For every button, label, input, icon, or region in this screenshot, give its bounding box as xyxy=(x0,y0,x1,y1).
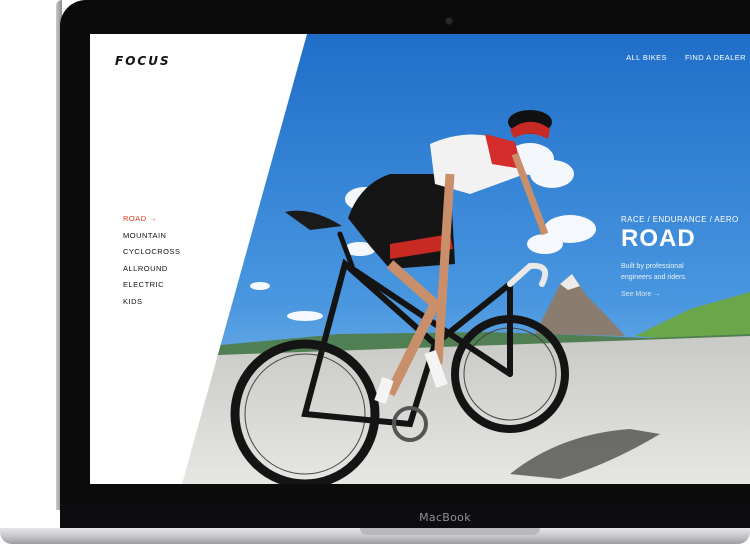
hero-copy: RACE / ENDURANCE / AERO ROAD Built by pr… xyxy=(621,215,739,301)
hero-desc-line2: engineers and riders. xyxy=(621,274,687,281)
nav-item-electric[interactable]: ELECTRIC xyxy=(123,277,181,294)
see-more-link[interactable]: See More → xyxy=(621,291,660,298)
nav-item-kids[interactable]: KIDS xyxy=(123,294,181,311)
nav-item-mountain[interactable]: MOUNTAIN xyxy=(123,228,181,245)
category-nav: ROAD → MOUNTAIN CYCLOCROSS ALLROUND ELEC… xyxy=(123,211,181,311)
nav-item-road[interactable]: ROAD → xyxy=(123,211,181,228)
laptop-screen: FOCUS ALL BIKES FIND A DEALER ROAD → MOU… xyxy=(90,34,750,484)
nav-all-bikes[interactable]: ALL BIKES xyxy=(626,53,667,62)
laptop-notch xyxy=(360,528,540,535)
hero-desc-line1: Built by professional xyxy=(621,263,684,270)
nav-item-cyclocross[interactable]: CYCLOCROSS xyxy=(123,244,181,261)
camera-icon xyxy=(446,18,452,24)
nav-find-a-dealer[interactable]: FIND A DEALER xyxy=(685,53,746,62)
focus-logo[interactable]: FOCUS xyxy=(115,54,171,68)
top-nav: ALL BIKES FIND A DEALER xyxy=(626,53,746,62)
hero-description: Built by professional engineers and ride… xyxy=(621,261,721,283)
hero-kicker: RACE / ENDURANCE / AERO xyxy=(621,215,739,224)
hero-title: ROAD xyxy=(621,225,696,252)
laptop-brand-label: MacBook xyxy=(419,511,471,524)
nav-item-allround[interactable]: ALLROUND xyxy=(123,261,181,278)
